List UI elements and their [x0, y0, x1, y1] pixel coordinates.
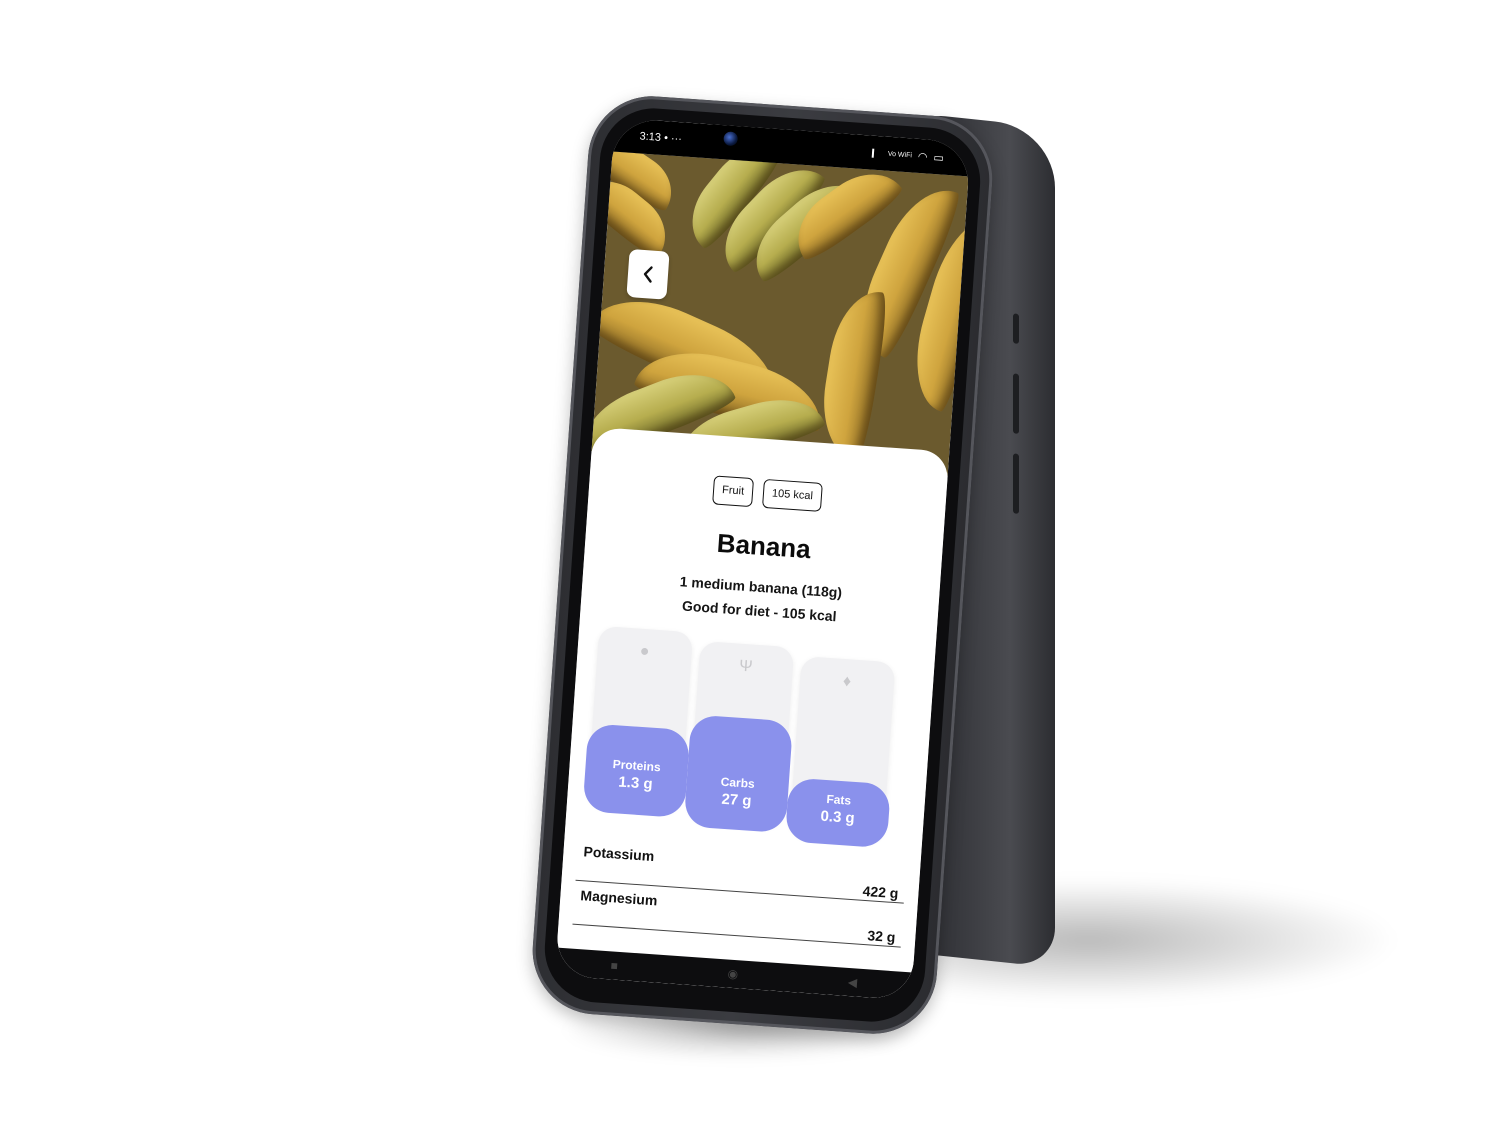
macro-card-proteins[interactable]: ● Proteins 1.3 g	[582, 625, 694, 819]
macro-cards: ● Proteins 1.3 g Ψ Carbs 27 g ♦ Fats 0.3…	[575, 625, 925, 849]
wifi-icon: ◠	[917, 150, 928, 163]
macro-pill: Fats 0.3 g	[784, 777, 892, 849]
tag-calories[interactable]: 105 kcal	[761, 478, 823, 512]
tag-category[interactable]: Fruit	[712, 475, 755, 508]
drop-icon: ♦	[842, 672, 852, 691]
macro-pill: Carbs 27 g	[683, 714, 794, 834]
app-screen: 3:13 • ··· Vo WiFi ◠ ▭ Fruit 105 kcal Ba…	[554, 117, 971, 1001]
cutlery-icon: Ψ	[738, 657, 754, 676]
nutrient-list: Potassium 422 g Magnesium 32 g	[558, 836, 920, 949]
tag-list: Fruit 105 kcal	[588, 467, 946, 521]
nutrient-value: 32 g	[866, 927, 896, 946]
side-button	[1013, 313, 1019, 344]
food-title: Banana	[715, 527, 812, 565]
food-detail-card: Fruit 105 kcal Banana 1 medium banana (1…	[554, 426, 950, 1001]
macro-card-fats[interactable]: ♦ Fats 0.3 g	[784, 655, 896, 849]
back-nav-icon[interactable]: ◀	[847, 975, 857, 990]
home-icon[interactable]: ◉	[727, 967, 738, 982]
side-button	[1013, 373, 1019, 434]
nutrient-value: 422 g	[862, 882, 899, 902]
nutrient-name: Potassium	[583, 843, 655, 865]
recents-icon[interactable]: ■	[610, 958, 618, 972]
status-time: 3:13 • ···	[639, 130, 683, 146]
mockup-stage: 3:13 • ··· Vo WiFi ◠ ▭ Fruit 105 kcal Ba…	[0, 0, 1501, 1126]
macro-card-carbs[interactable]: Ψ Carbs 27 g	[683, 640, 795, 834]
nutrient-name: Magnesium	[579, 887, 658, 909]
banana-shape	[814, 285, 891, 462]
food-photo	[591, 151, 969, 476]
phone-device: 3:13 • ··· Vo WiFi ◠ ▭ Fruit 105 kcal Ba…	[528, 91, 997, 1039]
macro-pill: Proteins 1.3 g	[582, 723, 691, 819]
side-button	[1013, 453, 1019, 514]
wifi-calling-label: Vo WiFi	[887, 150, 913, 159]
apple-icon: ●	[639, 642, 651, 661]
status-icons: Vo WiFi ◠ ▭	[871, 146, 944, 164]
battery-icon: ▭	[933, 151, 945, 165]
signal-icon	[871, 148, 883, 158]
chevron-left-icon	[643, 266, 653, 283]
back-button[interactable]	[626, 248, 670, 300]
